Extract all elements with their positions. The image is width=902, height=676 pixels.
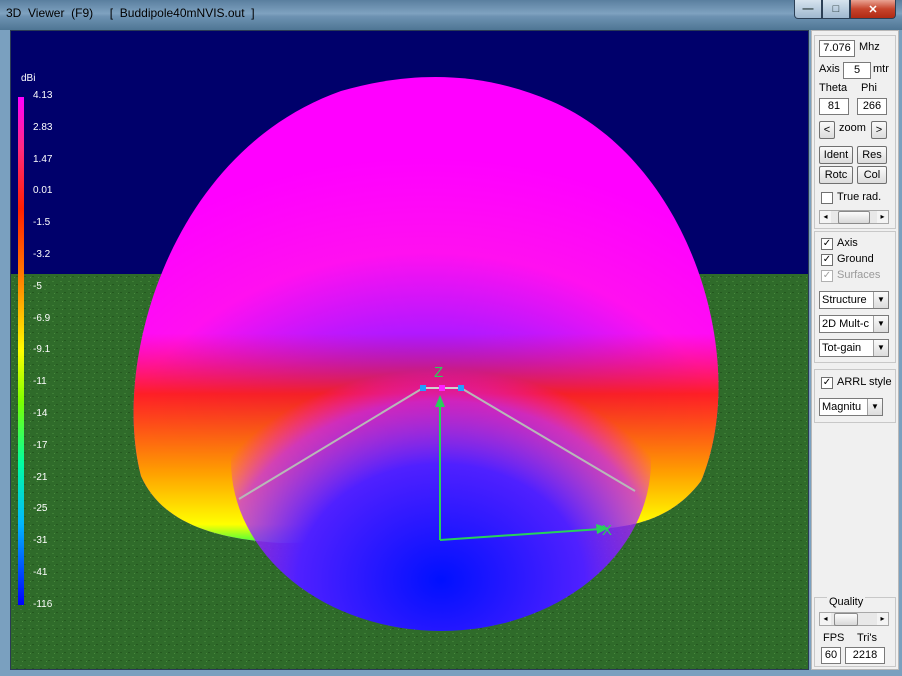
ground-checkbox[interactable]: ✓ xyxy=(821,254,833,266)
legend-tick-label: -25 xyxy=(33,503,48,515)
arrl-style-checkbox[interactable]: ✓ xyxy=(821,377,833,389)
frequency-unit: Mhz xyxy=(859,41,880,53)
window-title: 3D Viewer (F9) [ Buddipole40mNVIS.out ] xyxy=(6,6,255,20)
quality-label: Quality xyxy=(827,596,866,608)
legend-tick-label: -116 xyxy=(33,598,53,610)
control-panel: 7.076 Mhz Axis 5 mtr Theta Phi 81 266 < … xyxy=(811,30,899,670)
phi-field[interactable]: 266 xyxy=(857,98,887,115)
close-button[interactable]: ✕ xyxy=(850,0,896,19)
axis-checkbox[interactable]: ✓ xyxy=(821,238,833,250)
arrl-style-label: ARRL style xyxy=(837,376,892,388)
axis-length-field[interactable]: 5 xyxy=(843,62,871,79)
tris-value: 2218 xyxy=(845,647,885,664)
legend-tick-label: 2.83 xyxy=(33,121,53,133)
axis-checkbox-label: Axis xyxy=(837,237,858,249)
fps-label: FPS xyxy=(823,632,845,644)
axis-length-label: Axis xyxy=(819,63,840,75)
legend-tick-label: 4.13 xyxy=(33,90,53,101)
3d-scene: Z X xyxy=(11,31,808,669)
arrl-style-group: ✓ ARRL style Magnitu ▼ xyxy=(814,369,896,423)
ident-button[interactable]: Ident xyxy=(819,146,853,164)
z-axis-label: Z xyxy=(434,364,443,381)
arrl-scale-dropdown-value: Magnitu xyxy=(822,401,862,413)
theta-label: Theta xyxy=(819,82,848,94)
legend-tick-label: -14 xyxy=(33,408,48,419)
structure-dropdown[interactable]: Structure ▼ xyxy=(819,291,889,309)
slider-left-arrow[interactable]: ◂ xyxy=(820,211,831,223)
view-settings-group: 7.076 Mhz Axis 5 mtr Theta Phi 81 266 < … xyxy=(814,35,896,229)
slider-thumb[interactable] xyxy=(838,211,870,224)
tris-label: Tri's xyxy=(857,632,878,644)
ground-checkbox-label: Ground xyxy=(837,253,874,265)
antenna-segment-marker xyxy=(458,385,464,391)
theta-field[interactable]: 81 xyxy=(819,98,849,115)
quality-group: Quality ◂ ▸ FPS Tri's 60 2218 xyxy=(814,596,896,667)
col-button[interactable]: Col xyxy=(857,166,887,184)
true-rad-label: True rad. xyxy=(837,191,882,203)
legend-tick-label: -31 xyxy=(33,535,48,547)
x-axis-label: X xyxy=(602,522,612,539)
legend-unit: dBi xyxy=(21,73,36,84)
true-rad-checkbox[interactable] xyxy=(821,192,833,204)
legend-tick-label: -5 xyxy=(33,280,42,292)
legend-tick-label: -1.5 xyxy=(33,217,51,229)
antenna-segment-marker xyxy=(420,385,426,391)
legend-tick-label: 0.01 xyxy=(33,185,53,197)
rotc-button[interactable]: Rotc xyxy=(819,166,853,184)
quality-slider-left-arrow[interactable]: ◂ xyxy=(820,613,831,625)
legend-color-bar xyxy=(18,97,24,605)
legend-tick-label: -6.9 xyxy=(33,312,51,324)
legend-tick-label: -3.2 xyxy=(33,249,51,260)
3d-viewport[interactable]: Z X xyxy=(10,30,809,670)
fps-value: 60 xyxy=(821,647,841,664)
true-rad-slider[interactable]: ◂ ▸ xyxy=(819,210,889,224)
zoom-label: zoom xyxy=(839,122,866,134)
structure-dropdown-value: Structure xyxy=(822,294,867,306)
display-options-group: ✓ Axis ✓ Ground ✓ Surfaces Structure ▼ 2… xyxy=(814,231,896,363)
legend-tick-label: 1.47 xyxy=(33,153,53,165)
chevron-down-icon: ▼ xyxy=(867,399,882,415)
legend-tick-label: -41 xyxy=(33,567,48,578)
res-button[interactable]: Res xyxy=(857,146,887,164)
quality-slider-right-arrow[interactable]: ▸ xyxy=(877,613,888,625)
antenna-feedpoint-marker xyxy=(439,385,445,391)
quality-slider[interactable]: ◂ ▸ xyxy=(819,612,889,626)
gain-type-dropdown[interactable]: Tot-gain ▼ xyxy=(819,339,889,357)
quality-slider-thumb[interactable] xyxy=(834,613,858,626)
phi-label: Phi xyxy=(861,82,877,94)
chevron-down-icon: ▼ xyxy=(873,292,888,308)
surfaces-checkbox-label: Surfaces xyxy=(837,269,881,281)
plot-mode-dropdown[interactable]: 2D Mult-c ▼ xyxy=(819,315,889,333)
chevron-down-icon: ▼ xyxy=(873,340,888,356)
title-bar[interactable]: 3D Viewer (F9) [ Buddipole40mNVIS.out ] … xyxy=(0,0,902,30)
plot-mode-dropdown-value: 2D Mult-c xyxy=(822,318,870,330)
axis-length-unit: mtr xyxy=(873,63,889,75)
maximize-button[interactable]: □ xyxy=(822,0,850,19)
gain-type-dropdown-value: Tot-gain xyxy=(822,342,862,354)
window-controls: — □ ✕ xyxy=(794,0,896,20)
arrl-scale-dropdown[interactable]: Magnitu ▼ xyxy=(819,398,883,416)
minimize-button[interactable]: — xyxy=(794,0,822,19)
legend-tick-label: -17 xyxy=(33,439,48,451)
legend-tick-label: -21 xyxy=(33,471,48,483)
zoom-out-button[interactable]: < xyxy=(819,121,835,139)
zoom-in-button[interactable]: > xyxy=(871,121,887,139)
surfaces-checkbox[interactable]: ✓ xyxy=(821,270,833,282)
chevron-down-icon: ▼ xyxy=(873,316,888,332)
legend-tick-label: -11 xyxy=(33,376,47,388)
frequency-field[interactable]: 7.076 xyxy=(819,40,855,57)
slider-right-arrow[interactable]: ▸ xyxy=(877,211,888,223)
legend-tick-label: -9.1 xyxy=(33,344,51,356)
